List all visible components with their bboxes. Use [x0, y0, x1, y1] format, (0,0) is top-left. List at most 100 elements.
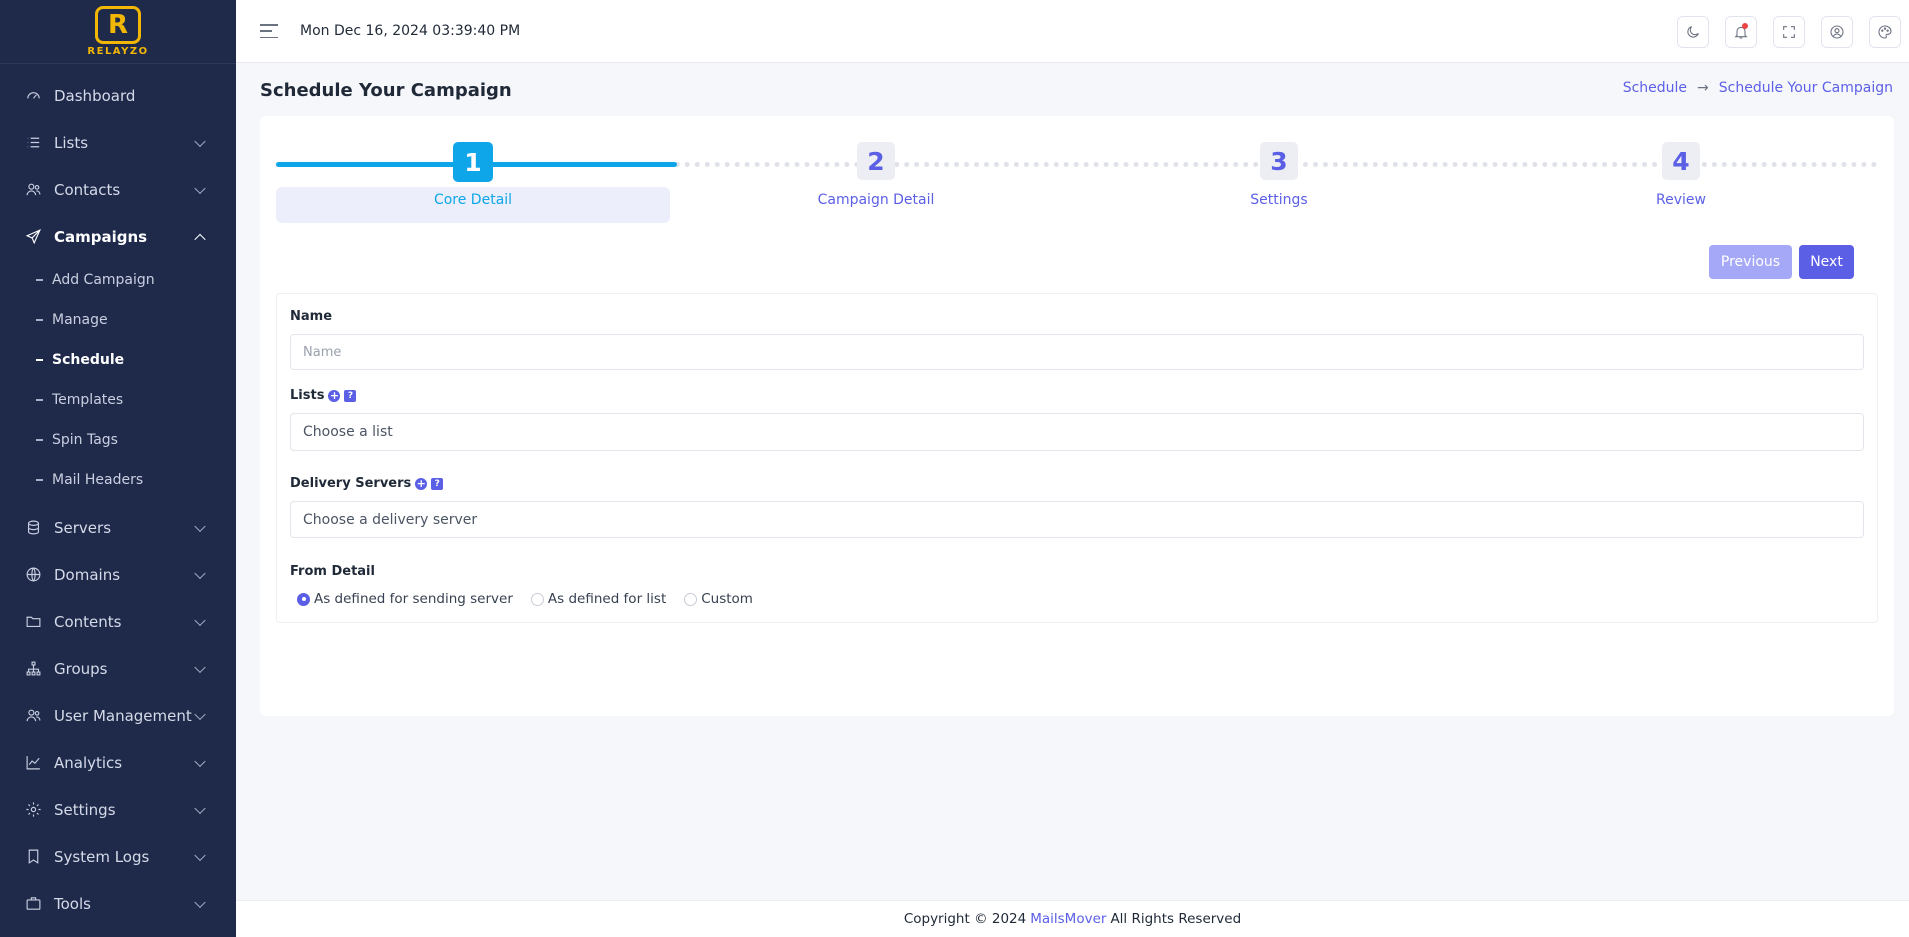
- chevron-down-icon: [194, 182, 206, 194]
- from-detail-radio-group: As defined for sending server As defined…: [297, 591, 753, 607]
- wizard-card: 1 Core Detail 2 Campaign Detail 3 Settin…: [260, 116, 1894, 716]
- sidebar-item-lists[interactable]: Lists: [0, 119, 236, 166]
- submenu-label: Mail Headers: [52, 472, 144, 488]
- users-icon: [24, 181, 42, 199]
- sidebar-item-campaigns[interactable]: Campaigns: [0, 213, 236, 260]
- dark-mode-toggle[interactable]: [1677, 15, 1709, 48]
- sidebar-item-contents[interactable]: Contents: [0, 598, 236, 645]
- chevron-down-icon: [194, 567, 206, 579]
- add-server-icon[interactable]: +: [415, 477, 428, 490]
- delivery-servers-select[interactable]: Choose a delivery server: [290, 501, 1864, 538]
- from-detail-label-text: From Detail: [290, 564, 375, 579]
- submenu-schedule[interactable]: Schedule: [0, 340, 236, 380]
- step-number: 4: [1662, 142, 1700, 180]
- radio-defined-for-list[interactable]: As defined for list: [530, 591, 666, 607]
- sidebar-item-groups[interactable]: Groups: [0, 645, 236, 692]
- brand-logo[interactable]: R RELAYZO: [0, 0, 236, 64]
- chevron-up-icon: [194, 233, 206, 245]
- radio-sending-server[interactable]: As defined for sending server: [297, 591, 513, 607]
- chevron-down-icon: [194, 614, 206, 626]
- topbar: Mon Dec 16, 2024 03:39:40 PM: [236, 0, 1909, 63]
- sidebar-nav: Dashboard Lists Contacts Campaigns Add C…: [0, 64, 236, 927]
- submenu-mail-headers[interactable]: Mail Headers: [0, 460, 236, 500]
- name-label: Name: [290, 309, 332, 324]
- chevron-down-icon: [194, 520, 206, 532]
- previous-button[interactable]: Previous: [1709, 245, 1792, 279]
- submenu-add-campaign[interactable]: Add Campaign: [0, 260, 236, 300]
- step-core-detail[interactable]: 1 Core Detail: [276, 142, 670, 223]
- folder-icon: [24, 613, 42, 631]
- fullscreen-button[interactable]: [1773, 15, 1805, 48]
- step-label: Settings: [1250, 192, 1308, 208]
- hamburger-menu-icon[interactable]: [260, 24, 278, 38]
- help-icon[interactable]: ?: [344, 389, 357, 402]
- gauge-icon: [24, 87, 42, 105]
- profile-button[interactable]: [1821, 15, 1853, 48]
- page-title: Schedule Your Campaign: [260, 80, 512, 101]
- chart-line-icon: [24, 754, 42, 772]
- dash-icon: [36, 479, 43, 481]
- step-label: Campaign Detail: [817, 192, 935, 208]
- topbar-actions: [1677, 0, 1909, 63]
- lists-label-text: Lists: [290, 388, 325, 403]
- notifications-button[interactable]: [1725, 15, 1757, 48]
- sidebar-item-label: Campaigns: [54, 227, 148, 246]
- sidebar: R RELAYZO Dashboard Lists Contacts Campa…: [0, 0, 236, 937]
- sidebar-item-system-logs[interactable]: System Logs: [0, 833, 236, 880]
- help-icon[interactable]: ?: [431, 477, 444, 490]
- add-list-icon[interactable]: +: [328, 389, 341, 402]
- from-detail-label: From Detail: [290, 564, 375, 579]
- sidebar-item-label: Contacts: [54, 180, 121, 199]
- sidebar-item-servers[interactable]: Servers: [0, 504, 236, 551]
- sidebar-item-label: Servers: [54, 518, 112, 537]
- submenu-spin-tags[interactable]: Spin Tags: [0, 420, 236, 460]
- list-icon: [24, 134, 42, 152]
- chevron-down-icon: [194, 849, 206, 861]
- briefcase-icon: [24, 895, 42, 913]
- submenu-templates[interactable]: Templates: [0, 380, 236, 420]
- sitemap-icon: [24, 660, 42, 678]
- sidebar-item-dashboard[interactable]: Dashboard: [0, 72, 236, 119]
- lists-select[interactable]: Choose a list: [290, 413, 1864, 451]
- sidebar-item-analytics[interactable]: Analytics: [0, 739, 236, 786]
- next-button[interactable]: Next: [1799, 245, 1854, 279]
- delivery-servers-label-text: Delivery Servers: [290, 476, 412, 491]
- submenu-manage[interactable]: Manage: [0, 300, 236, 340]
- step-settings[interactable]: 3 Settings: [1082, 142, 1476, 221]
- chevron-down-icon: [194, 135, 206, 147]
- sidebar-item-contacts[interactable]: Contacts: [0, 166, 236, 213]
- dash-icon: [36, 439, 43, 441]
- chevron-down-icon: [194, 755, 206, 767]
- users-cog-icon: [24, 707, 42, 725]
- delivery-servers-label: Delivery Servers + ?: [290, 476, 444, 491]
- step-label: Review: [1656, 192, 1706, 208]
- step-number: 3: [1260, 142, 1298, 180]
- sidebar-item-tools[interactable]: Tools: [0, 880, 236, 927]
- radio-label: Custom: [701, 591, 753, 607]
- sidebar-item-user-management[interactable]: User Management: [0, 692, 236, 739]
- moon-icon: [1687, 25, 1699, 38]
- radio-custom[interactable]: Custom: [684, 591, 753, 607]
- step-campaign-detail[interactable]: 2 Campaign Detail: [679, 142, 1073, 221]
- sidebar-item-domains[interactable]: Domains: [0, 551, 236, 598]
- theme-button[interactable]: [1869, 15, 1901, 48]
- dash-icon: [36, 319, 43, 321]
- radio-label: As defined for sending server: [314, 591, 513, 607]
- brand-name: RELAYZO: [87, 46, 149, 57]
- arrow-right-icon: →: [1697, 80, 1709, 96]
- dash-icon: [36, 359, 43, 361]
- radio-button[interactable]: [530, 592, 544, 606]
- send-icon: [24, 228, 42, 246]
- logo-mark: R: [95, 6, 141, 44]
- step-review[interactable]: 4 Review: [1484, 142, 1878, 221]
- submenu-label: Spin Tags: [52, 432, 118, 448]
- company-link[interactable]: MailsMover: [1030, 911, 1106, 927]
- name-input[interactable]: [290, 334, 1864, 370]
- breadcrumb-parent-link[interactable]: Schedule: [1623, 80, 1687, 96]
- chevron-down-icon: [194, 896, 206, 908]
- submenu-label: Schedule: [52, 352, 125, 368]
- radio-button[interactable]: [684, 592, 698, 606]
- radio-button-selected[interactable]: [297, 592, 310, 606]
- sidebar-item-settings[interactable]: Settings: [0, 786, 236, 833]
- step-number: 2: [857, 142, 895, 180]
